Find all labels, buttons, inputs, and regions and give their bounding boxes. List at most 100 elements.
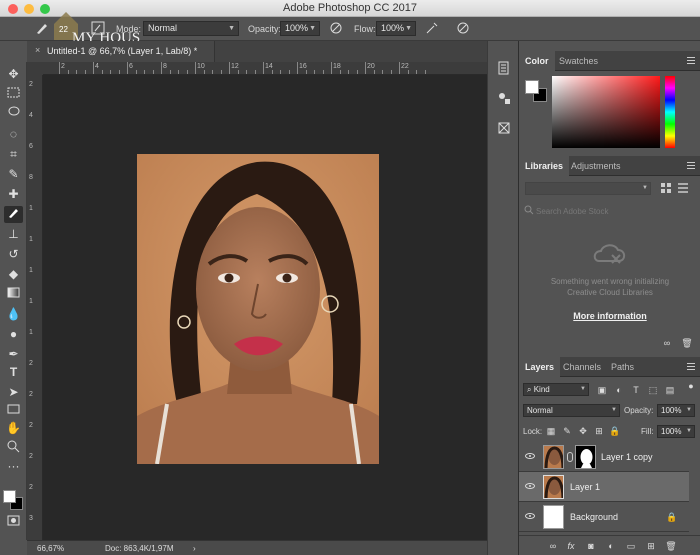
filter-adjustment-icon[interactable]: ◐ (613, 384, 625, 396)
more-tools-icon[interactable]: ··· (4, 458, 23, 475)
tab-layers[interactable]: Layers (519, 357, 561, 377)
gradient-tool-icon[interactable] (4, 286, 23, 303)
ruler-minor-tick (237, 70, 239, 74)
ruler-tick-label: 2 (61, 63, 65, 70)
move-tool-icon[interactable]: ✥ (4, 66, 23, 83)
layer-row-selected[interactable]: Layer 1 (519, 472, 689, 502)
filter-pixel-icon[interactable]: ▣ (596, 384, 608, 396)
layer-filter-select[interactable]: ⌕ Kind ▼ (523, 383, 589, 396)
layer-row[interactable]: Layer 1 copy (519, 442, 689, 472)
hand-tool-icon[interactable]: ✋ (4, 420, 23, 437)
filter-toggle-icon[interactable]: ● (685, 380, 697, 392)
lock-transparent-icon[interactable]: ▦ (545, 425, 557, 437)
list-view-icon[interactable] (677, 183, 689, 195)
panel-menu-icon[interactable] (687, 162, 695, 169)
layer-name[interactable]: Layer 1 (570, 482, 600, 492)
tab-channels[interactable]: Channels (557, 357, 607, 377)
lasso-tool-icon[interactable] (4, 106, 23, 123)
library-trash-icon[interactable]: 🗑 (681, 337, 693, 349)
pen-tool-icon[interactable]: ✒ (4, 346, 23, 363)
brush-preset-icon[interactable] (34, 21, 50, 37)
library-error-line1: Something went wrong initializing (550, 277, 670, 286)
hue-slider[interactable] (665, 76, 675, 148)
marquee-tool-icon[interactable] (4, 86, 23, 103)
history-brush-tool-icon[interactable]: ↺ (4, 246, 23, 263)
filter-type-icon[interactable]: T (630, 384, 642, 396)
properties-panel-icon[interactable] (495, 91, 513, 107)
tab-paths[interactable]: Paths (605, 357, 640, 377)
panel-menu-icon[interactable] (687, 363, 695, 370)
grid-view-icon[interactable] (660, 183, 672, 195)
tab-color[interactable]: Color (519, 51, 555, 71)
lock-image-icon[interactable]: ✎ (561, 425, 573, 437)
panel-menu-icon[interactable] (687, 57, 695, 64)
creative-cloud-sync-icon[interactable]: ∞ (661, 337, 673, 349)
ruler-minor-tick (178, 70, 179, 74)
eraser-tool-icon[interactable]: ◆ (4, 266, 23, 283)
healing-brush-tool-icon[interactable]: ✚ (4, 186, 23, 203)
filter-shape-icon[interactable]: ⬚ (647, 384, 659, 396)
tab-adjustments[interactable]: Adjustments (565, 156, 627, 176)
dodge-tool-icon[interactable]: ● (4, 326, 23, 343)
quick-mask-icon[interactable] (4, 514, 23, 531)
pressure-opacity-icon[interactable] (328, 21, 344, 37)
adjustment-icon[interactable]: ◐ (605, 540, 617, 552)
blend-mode-value: Normal (527, 406, 553, 415)
visibility-eye-icon[interactable] (525, 483, 535, 489)
mode-select[interactable]: Normal ▼ (143, 21, 239, 36)
flow-label: Flow: (354, 24, 376, 34)
tab-libraries[interactable]: Libraries (519, 156, 570, 176)
zoom-tool-icon[interactable] (4, 440, 23, 457)
paragraph-panel-icon[interactable] (495, 121, 513, 137)
crop-tool-icon[interactable]: ⌗ (4, 146, 23, 163)
pressure-size-icon[interactable] (455, 21, 471, 37)
trash-icon[interactable]: 🗑 (665, 540, 677, 552)
chain-link-icon[interactable] (567, 452, 573, 462)
blend-mode-select[interactable]: Normal ▼ (523, 404, 620, 417)
quick-selection-tool-icon[interactable]: ◌ (4, 126, 23, 143)
eyedropper-tool-icon[interactable]: ✎ (4, 166, 23, 183)
clone-stamp-tool-icon[interactable]: ⊥ (4, 226, 23, 243)
fill-field[interactable]: 100% ▼ (657, 425, 695, 438)
brush-tool-icon[interactable] (4, 206, 23, 223)
foreground-color-swatch[interactable] (3, 490, 16, 503)
opacity-field[interactable]: 100% ▼ (280, 21, 320, 36)
layer-name[interactable]: Background (570, 512, 618, 522)
ruler-corner (27, 62, 43, 75)
mask-icon[interactable]: ◙ (585, 540, 597, 552)
document-tab[interactable]: × Untitled-1 @ 66,7% (Layer 1, Lab/8) * (27, 41, 215, 62)
fx-icon[interactable]: fx (565, 540, 577, 552)
type-tool-icon[interactable]: T (4, 364, 23, 381)
layer-mask-thumbnail[interactable] (575, 445, 596, 469)
more-information-link[interactable]: More information (519, 311, 700, 321)
link-icon[interactable]: ∞ (547, 540, 559, 552)
library-select[interactable]: ▼ (525, 182, 651, 195)
document-image[interactable] (137, 154, 379, 464)
visibility-eye-icon[interactable] (525, 453, 535, 459)
rectangle-tool-icon[interactable] (4, 402, 23, 419)
lock-position-icon[interactable]: ✥ (577, 425, 589, 437)
ruler-tick (127, 62, 128, 74)
ruler-minor-tick (314, 70, 315, 74)
lock-all-icon[interactable]: 🔒 (609, 425, 621, 437)
close-tab-icon[interactable]: × (35, 45, 40, 55)
flow-field[interactable]: 100% ▼ (376, 21, 416, 36)
layer-opacity-field[interactable]: 100% ▼ (657, 404, 695, 417)
path-selection-tool-icon[interactable]: ➤ (4, 384, 23, 401)
visibility-eye-icon[interactable] (525, 513, 535, 519)
tab-swatches[interactable]: Swatches (553, 51, 604, 71)
stock-search-input[interactable]: Search Adobe Stock (536, 207, 609, 216)
lock-artboard-icon[interactable]: ⊞ (593, 425, 605, 437)
blur-tool-icon[interactable]: 💧 (4, 306, 23, 323)
zoom-level[interactable]: 66,67% (37, 544, 64, 553)
color-foreground-swatch[interactable] (525, 80, 539, 94)
layer-row[interactable]: Background 🔒 (519, 502, 689, 532)
color-picker-field[interactable] (552, 76, 660, 148)
history-panel-icon[interactable] (495, 61, 513, 77)
new-layer-icon[interactable]: ⊞ (645, 540, 657, 552)
status-menu-arrow[interactable]: › (193, 544, 196, 553)
folder-icon[interactable]: ▭ (625, 540, 637, 552)
layer-name[interactable]: Layer 1 copy (601, 452, 653, 462)
filter-smart-object-icon[interactable]: ▤ (664, 384, 676, 396)
airbrush-icon[interactable] (424, 21, 440, 37)
